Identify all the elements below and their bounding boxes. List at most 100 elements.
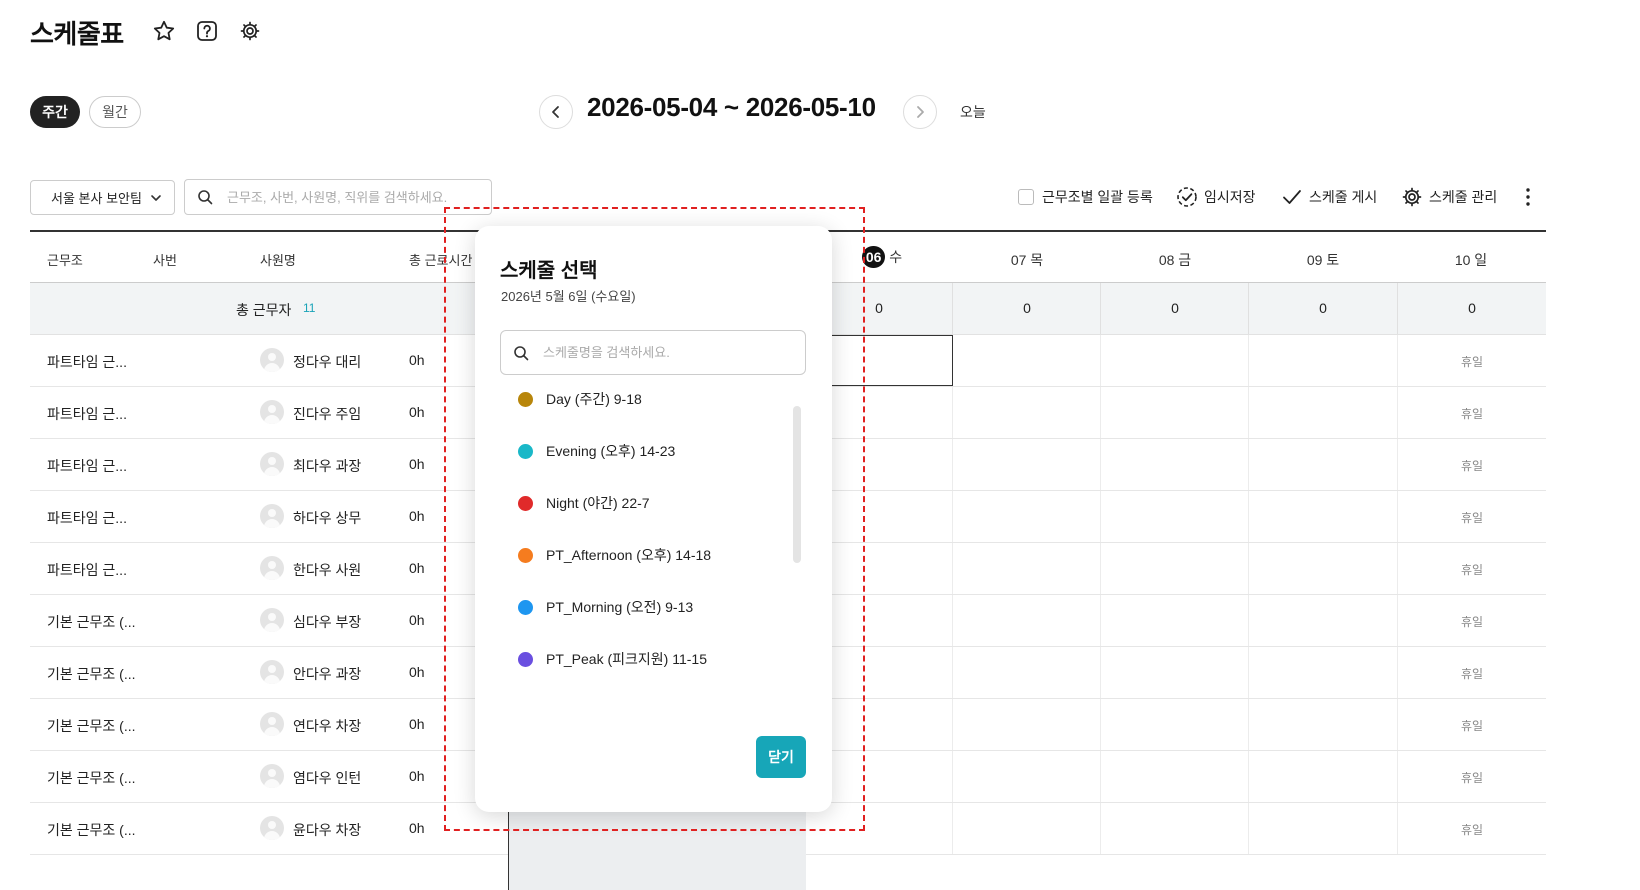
employee-search-input[interactable] — [227, 189, 487, 205]
modal-date: 2026년 5월 6일 (수요일) — [501, 289, 636, 304]
team-select[interactable]: 서울 본사 보안팀 — [30, 180, 175, 215]
row-shift: 기본 근무조 (... — [47, 614, 136, 630]
weekly-tab[interactable]: 주간 — [30, 96, 80, 128]
modal-scrollbar[interactable] — [793, 406, 801, 563]
chevron-down-icon — [151, 195, 161, 201]
column-divider — [1248, 751, 1249, 802]
row-employee-name: 연다우 차장 — [293, 718, 362, 734]
row-shift: 파트타임 근... — [47, 406, 127, 422]
close-button[interactable]: 닫기 — [756, 736, 806, 778]
row-total-hours: 0h — [409, 456, 425, 472]
row-shift: 기본 근무조 (... — [47, 770, 136, 786]
header-day[interactable]: 07 목 — [953, 250, 1101, 270]
schedule-option[interactable]: PT_Morning (오전) 9-13 — [500, 587, 790, 627]
row-off-label: 휴일 — [1460, 719, 1484, 733]
summary-label: 총 근무자 — [236, 302, 292, 318]
header-day[interactable]: 09 토 — [1249, 250, 1397, 270]
schedule-option[interactable]: Evening (오후) 14-23 — [500, 431, 790, 471]
row-off-label: 휴일 — [1460, 355, 1484, 369]
header-emp-no: 사번 — [153, 253, 177, 268]
avatar — [260, 764, 284, 788]
avatar — [260, 400, 284, 424]
avatar — [260, 452, 284, 476]
star-icon[interactable] — [151, 18, 177, 44]
temp-save-button[interactable]: 임시저장 — [1176, 186, 1256, 208]
color-dot-icon — [518, 547, 533, 563]
schedule-option[interactable]: Day (주간) 9-18 — [500, 379, 790, 419]
schedule-option[interactable]: Night (야간) 22-7 — [500, 483, 790, 523]
bulk-register-toggle[interactable]: 근무조별 일괄 등록 — [1018, 186, 1153, 208]
column-divider — [1248, 699, 1249, 750]
column-divider — [1100, 335, 1101, 386]
search-icon — [198, 190, 213, 205]
color-dot-icon — [518, 651, 533, 667]
gear-icon[interactable] — [237, 18, 263, 44]
today-day-dow: 수 — [889, 249, 903, 265]
row-total-hours: 0h — [409, 664, 425, 680]
modal-title: 스케줄 선택 — [500, 260, 598, 282]
schedule-option-label: Evening (오후) 14-23 — [546, 443, 676, 459]
more-menu-button[interactable] — [1522, 186, 1534, 208]
column-divider — [1100, 439, 1101, 490]
next-week-button[interactable] — [903, 95, 937, 129]
row-employee-name: 진다우 주임 — [293, 406, 362, 422]
more-vertical-icon — [1526, 188, 1530, 206]
column-divider — [1248, 439, 1249, 490]
column-divider — [952, 543, 953, 594]
publish-button[interactable]: 스케줄 게시 — [1282, 186, 1377, 208]
row-employee-name: 심다우 부장 — [293, 614, 362, 630]
column-divider — [952, 751, 953, 802]
row-shift: 기본 근무조 (... — [47, 718, 136, 734]
row-shift: 파트타임 근... — [47, 354, 127, 370]
avatar — [260, 712, 284, 736]
row-off-label: 휴일 — [1460, 771, 1484, 785]
row-off-label: 휴일 — [1460, 667, 1484, 681]
help-icon[interactable] — [194, 18, 220, 44]
schedule-option-label: PT_Afternoon (오후) 14-18 — [546, 547, 712, 563]
manage-button[interactable]: 스케줄 관리 — [1401, 186, 1497, 208]
schedule-option-label: Day (주간) 9-18 — [546, 391, 642, 407]
column-divider — [1100, 491, 1101, 542]
schedule-option[interactable]: PT_Peak (피크지원) 11-15 — [500, 639, 790, 679]
column-divider — [1100, 595, 1101, 646]
column-divider — [1100, 699, 1101, 750]
header-day[interactable]: 10 일 — [1397, 250, 1545, 270]
avatar — [260, 608, 284, 632]
monthly-tab[interactable]: 월간 — [89, 96, 141, 128]
prev-week-button[interactable] — [539, 95, 573, 129]
bulk-register-checkbox[interactable] — [1018, 189, 1034, 205]
avatar — [260, 504, 284, 528]
page-title: 스케줄표 — [30, 19, 124, 49]
row-shift: 파트타임 근... — [47, 510, 127, 526]
row-shift: 기본 근무조 (... — [47, 822, 136, 838]
header-shift: 근무조 — [47, 253, 83, 268]
summary-count: 11 — [303, 301, 316, 315]
avatar — [260, 556, 284, 580]
row-total-hours: 0h — [409, 508, 425, 524]
column-divider — [1248, 387, 1249, 438]
header-name: 사원명 — [260, 253, 296, 268]
row-total-hours: 0h — [409, 352, 425, 368]
row-off-label: 휴일 — [1460, 407, 1484, 421]
column-divider — [1248, 647, 1249, 698]
temp-save-label: 임시저장 — [1204, 189, 1256, 205]
date-range: 2026-05-04 ~ 2026-05-10 — [587, 92, 876, 122]
column-divider — [1100, 803, 1101, 854]
column-divider — [952, 803, 953, 854]
schedule-option[interactable]: PT_Afternoon (오후) 14-18 — [500, 535, 790, 575]
avatar — [260, 816, 284, 840]
check-icon — [1283, 190, 1301, 204]
column-divider — [952, 439, 953, 490]
today-button[interactable]: 오늘 — [960, 102, 986, 122]
row-total-hours: 0h — [409, 560, 425, 576]
header-total-hours: 총 근로시간 — [409, 253, 473, 268]
row-off-label: 휴일 — [1460, 459, 1484, 473]
header-day[interactable]: 08 금 — [1101, 250, 1249, 270]
schedule-search-input[interactable] — [543, 345, 793, 360]
search-icon — [514, 345, 529, 360]
row-employee-name: 하다우 상무 — [293, 510, 362, 526]
row-off-label: 휴일 — [1460, 563, 1484, 577]
row-total-hours: 0h — [409, 404, 425, 420]
column-divider — [1248, 491, 1249, 542]
column-divider — [1248, 543, 1249, 594]
